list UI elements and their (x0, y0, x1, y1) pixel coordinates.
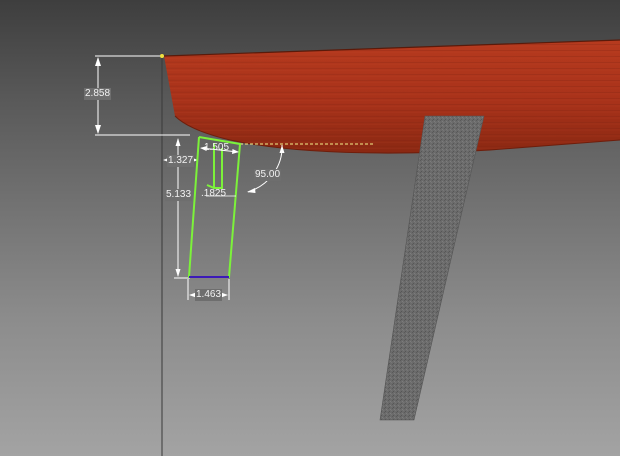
seat-slab[interactable] (163, 39, 620, 154)
leg-top-width-label[interactable]: 1.505 (204, 142, 229, 154)
leg-top-offset-label[interactable]: 1.327 (167, 155, 195, 167)
leg-bottom-width-label[interactable]: 1.463 (195, 289, 223, 301)
leg-height-label[interactable]: 5.133 (165, 189, 193, 201)
chair-leg[interactable] (379, 115, 485, 421)
leg-angle-label[interactable]: 95.00 (254, 169, 282, 181)
model-scene[interactable] (0, 0, 620, 456)
tenon-depth-label[interactable]: .1825 (201, 188, 226, 200)
anchor-point[interactable] (160, 54, 164, 58)
cad-viewport[interactable]: 2.858 1.327 1.505 5.133 .1825 95.00 1.46… (0, 0, 620, 456)
seat-thickness-label[interactable]: 2.858 (84, 88, 112, 100)
leg-sketch-profile[interactable] (187, 136, 242, 278)
